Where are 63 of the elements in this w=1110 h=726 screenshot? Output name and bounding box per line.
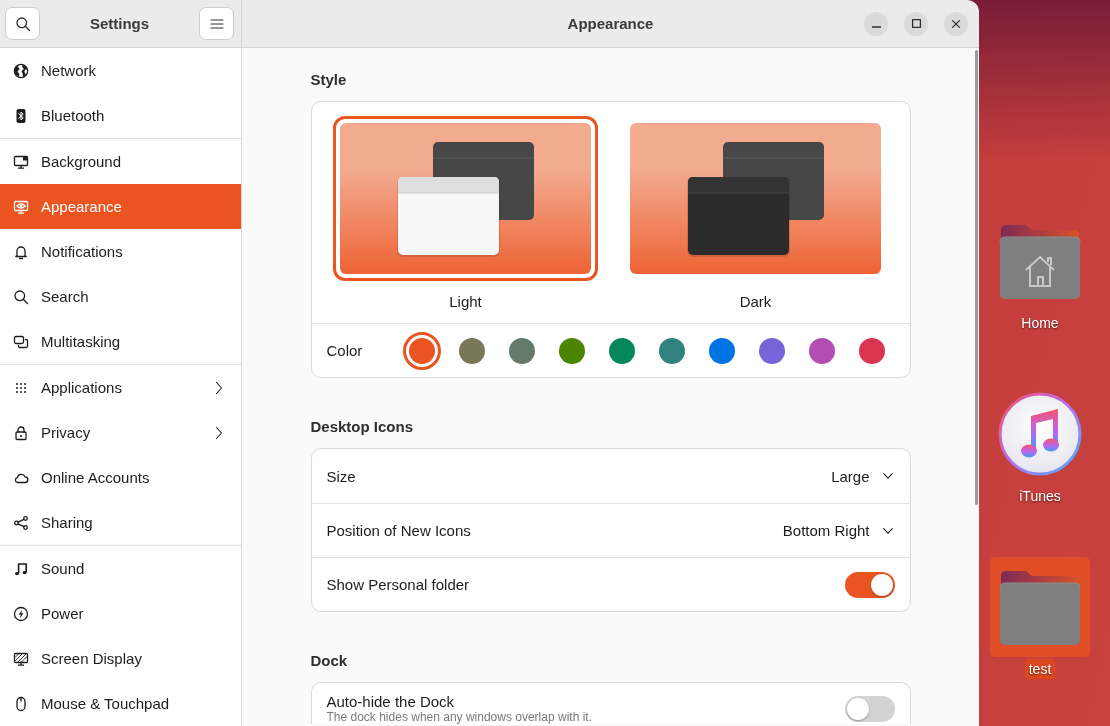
sidebar-item[interactable]: Privacy: [0, 410, 241, 455]
section-heading: Style: [310, 71, 348, 89]
padlock-icon: [13, 424, 29, 441]
close-button[interactable]: [944, 11, 968, 36]
globe-icon: [13, 62, 29, 79]
maximize-button[interactable]: [904, 11, 928, 36]
color-label: Color: [326, 342, 364, 359]
accent-color-button[interactable]: [402, 331, 441, 370]
sidebar-item[interactable]: Sound: [0, 546, 241, 591]
section-heading: Desktop Icons: [310, 418, 415, 436]
setting-label: Show Personal folder: [326, 576, 470, 593]
desktop-icon-label: test: [1024, 659, 1056, 679]
monitor-icon: [13, 153, 29, 170]
close-icon: [952, 19, 960, 28]
minimize-icon: [871, 25, 881, 28]
dropdown-button[interactable]: Large: [831, 467, 895, 485]
share-icon: [13, 514, 29, 531]
monitor-eye-icon: [13, 198, 29, 215]
setting-label: Position of New Icons: [326, 522, 471, 539]
sidebar-item[interactable]: Multitasking: [0, 319, 241, 364]
desktop-icon-label: Home: [1020, 314, 1060, 333]
theme-label: Dark: [739, 293, 772, 311]
windows-icon: [13, 333, 29, 350]
dropdown-button[interactable]: Bottom Right: [782, 522, 895, 539]
desktop-icon-label: iTunes: [1018, 487, 1062, 506]
section-heading: Dock: [310, 652, 349, 670]
chevron-down-icon: [882, 527, 893, 534]
sidebar-item[interactable]: Notifications: [0, 229, 241, 274]
search-icon: [13, 288, 29, 305]
maximize-icon: [911, 19, 921, 28]
sidebar-item[interactable]: Online Accounts: [0, 455, 241, 500]
mouse-icon: [13, 695, 29, 712]
sidebar-title: Settings: [89, 15, 150, 32]
theme-label: Light: [449, 293, 482, 311]
music-note-icon: [13, 560, 29, 577]
window-title: Appearance: [567, 15, 654, 32]
menu-button[interactable]: [199, 7, 234, 40]
sidebar-item[interactable]: Mouse & Touchpad: [0, 681, 241, 726]
sidebar-item[interactable]: Search: [0, 274, 241, 319]
toggle-switch[interactable]: [844, 695, 895, 722]
toggle-switch[interactable]: [844, 571, 895, 598]
power-icon: [13, 605, 29, 622]
setting-description: The dock hides when any windows overlap with it.: [326, 710, 592, 724]
setting-label: Size: [326, 467, 356, 485]
home-folder-icon[interactable]: [998, 222, 1082, 300]
scrollbar-thumb[interactable]: [975, 50, 978, 505]
sidebar-item[interactable]: Power: [0, 591, 241, 636]
minimize-button[interactable]: [864, 11, 888, 36]
sidebar-item[interactable]: Sharing: [0, 500, 241, 545]
search-icon: [14, 15, 31, 32]
chevron-down-icon: [882, 473, 893, 479]
sidebar-item[interactable]: Network: [0, 48, 241, 93]
display-icon: [13, 650, 29, 667]
sidebar-item[interactable]: Bluetooth: [0, 93, 241, 138]
sidebar-item[interactable]: Screen Display: [0, 636, 241, 681]
music-note-icon[interactable]: [998, 392, 1082, 476]
search-button[interactable]: [5, 7, 40, 40]
sidebar-item[interactable]: Applications: [0, 365, 241, 410]
sidebar-item[interactable]: Appearance: [0, 184, 241, 229]
sidebar-item[interactable]: Background: [0, 139, 241, 184]
bell-icon: [13, 243, 29, 260]
menu-icon: [210, 18, 223, 29]
setting-label: Auto-hide the Dock: [326, 693, 456, 710]
